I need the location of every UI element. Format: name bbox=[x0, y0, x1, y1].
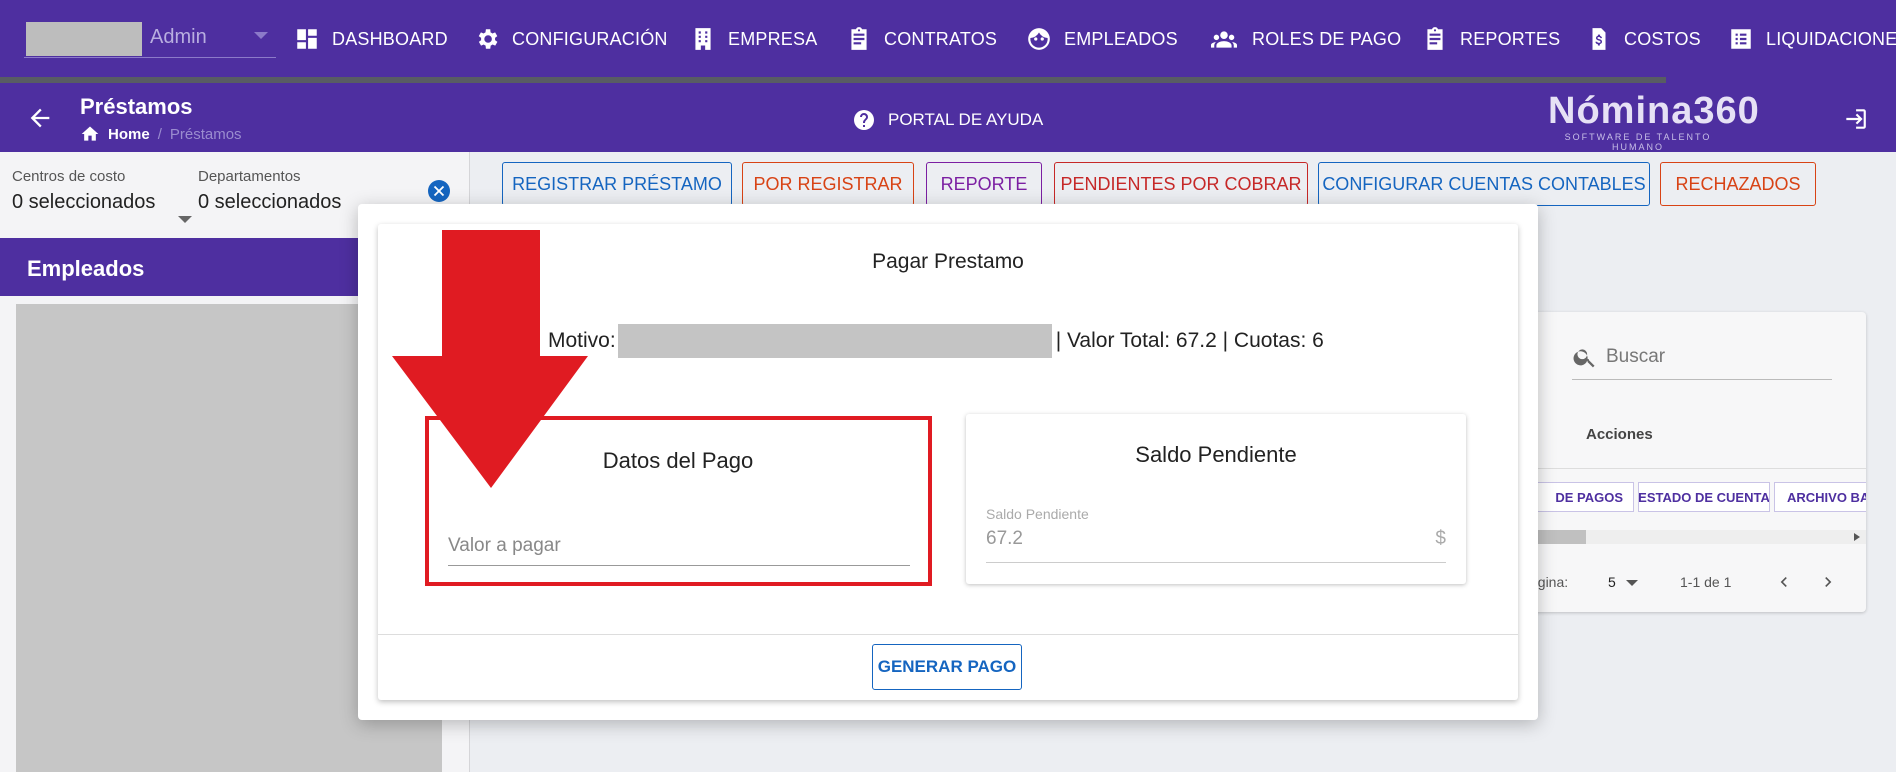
pending-collection-button[interactable]: PENDIENTES POR COBRAR bbox=[1054, 162, 1308, 206]
redacted-motivo bbox=[617, 324, 1052, 358]
chevron-down-icon bbox=[254, 32, 268, 39]
user-name: Admin bbox=[150, 26, 207, 48]
nav-empresa[interactable]: EMPRESA bbox=[690, 24, 817, 54]
page-header: Préstamos Home / Préstamos PORTAL DE AYU… bbox=[0, 84, 1896, 152]
help-icon bbox=[854, 110, 874, 130]
loading-bar bbox=[0, 76, 1896, 84]
nav-label: ROLES DE PAGO bbox=[1252, 28, 1402, 49]
department-label: Departamentos bbox=[198, 168, 301, 185]
nav-label: EMPRESA bbox=[728, 28, 818, 49]
breadcrumb-separator: / bbox=[157, 125, 162, 143]
face-icon bbox=[1028, 28, 1050, 50]
page-title: Préstamos bbox=[80, 94, 193, 119]
prev-page-icon[interactable] bbox=[1774, 572, 1794, 592]
table-divider bbox=[1530, 468, 1866, 469]
nav-label: CONTRATOS bbox=[884, 28, 998, 49]
register-loan-button[interactable]: REGISTRAR PRÉSTAMO bbox=[502, 162, 732, 206]
top-navbar: Admin DASHBOARD CONFIGURACIÓN EMPRESA CO… bbox=[0, 0, 1896, 84]
search-input[interactable]: Buscar bbox=[1572, 334, 1832, 380]
brand-name: Nómina360 bbox=[1548, 90, 1760, 132]
help-portal-link[interactable]: PORTAL DE AYUDA bbox=[852, 108, 1043, 132]
nav-reportes[interactable]: REPORTES bbox=[1422, 24, 1560, 54]
nav-dashboard[interactable]: DASHBOARD bbox=[294, 24, 448, 54]
report-button[interactable]: REPORTE bbox=[926, 162, 1042, 206]
chevron-down-icon[interactable] bbox=[1626, 580, 1638, 586]
pending-balance-card: Saldo Pendiente Saldo Pendiente 67.2 $ bbox=[966, 414, 1466, 584]
loan-summary-values: | Valor Total: 67.2 | Cuotas: 6 bbox=[1055, 329, 1324, 352]
payments-button[interactable]: DE PAGOS bbox=[1530, 482, 1634, 512]
search-placeholder: Buscar bbox=[1606, 345, 1666, 367]
balance-card-title: Saldo Pendiente bbox=[1135, 442, 1297, 467]
balance-field-underline bbox=[986, 562, 1446, 563]
loan-summary: Motivo: | Valor Total: 67.2 | Cuotas: 6 bbox=[548, 324, 1324, 358]
breadcrumb-home[interactable]: Home bbox=[108, 126, 150, 143]
nav-contratos[interactable]: CONTRATOS bbox=[846, 24, 997, 54]
rows-per-page-value[interactable]: 5 bbox=[1608, 574, 1616, 590]
cost-center-filter[interactable]: Centros de costo 0 seleccionados bbox=[12, 168, 192, 223]
configure-accounts-button[interactable]: CONFIGURAR CUENTAS CONTABLES bbox=[1318, 162, 1650, 206]
nav-label: COSTOS bbox=[1624, 28, 1701, 49]
user-selector[interactable]: Admin bbox=[24, 20, 276, 58]
balance-field-value: 67.2 bbox=[986, 528, 1023, 549]
account-status-button[interactable]: ESTADO DE CUENTA bbox=[1638, 482, 1770, 512]
breadcrumb-current: Préstamos bbox=[169, 125, 242, 143]
nav-label: REPORTES bbox=[1460, 28, 1561, 49]
clear-filters-icon[interactable] bbox=[428, 180, 450, 202]
brand-tagline: SOFTWARE DE TALENTO HUMANO bbox=[1564, 132, 1712, 152]
avatar bbox=[26, 22, 142, 56]
logout-icon[interactable] bbox=[1842, 106, 1868, 132]
people-icon bbox=[1211, 31, 1237, 48]
list-icon bbox=[1731, 29, 1751, 49]
chevron-down-icon bbox=[178, 216, 192, 223]
gear-icon bbox=[478, 29, 498, 49]
scroll-right-icon[interactable] bbox=[1854, 533, 1860, 541]
nav-configuracion[interactable]: CONFIGURACIÓN bbox=[474, 24, 668, 54]
nav-roles-de-pago[interactable]: ROLES DE PAGO bbox=[1208, 24, 1401, 54]
rejected-button[interactable]: RECHAZADOS bbox=[1660, 162, 1816, 206]
help-label: PORTAL DE AYUDA bbox=[888, 110, 1044, 129]
dashboard-icon bbox=[297, 29, 317, 49]
cost-center-label: Centros de costo bbox=[12, 168, 126, 185]
nav-label: CONFIGURACIÓN bbox=[512, 28, 668, 49]
annotation-arrow-icon bbox=[392, 230, 588, 488]
nav-costos[interactable]: COSTOS bbox=[1586, 24, 1701, 54]
dialog-divider bbox=[378, 634, 1518, 635]
generate-payment-button[interactable]: GENERAR PAGO bbox=[872, 644, 1022, 690]
nav-label: EMPLEADOS bbox=[1064, 28, 1178, 49]
column-header-acciones: Acciones bbox=[1586, 426, 1653, 443]
invoice-icon bbox=[1592, 28, 1606, 50]
back-arrow-icon[interactable] bbox=[26, 104, 54, 132]
clipboard-icon bbox=[1427, 27, 1443, 50]
next-page-icon[interactable] bbox=[1818, 572, 1838, 592]
bank-file-button[interactable]: ARCHIVO BA bbox=[1774, 482, 1866, 512]
horizontal-scrollbar[interactable] bbox=[1530, 530, 1866, 544]
page-range: 1-1 de 1 bbox=[1680, 574, 1732, 590]
loans-table-card: Buscar Acciones DE PAGOS ESTADO DE CUENT… bbox=[1530, 312, 1866, 612]
cost-center-value: 0 seleccionados bbox=[12, 191, 156, 213]
currency-suffix: $ bbox=[1435, 528, 1446, 549]
brand-logo: Nómina360 SOFTWARE DE TALENTO HUMANO bbox=[1548, 90, 1760, 152]
balance-field-label: Saldo Pendiente bbox=[986, 506, 1089, 522]
building-icon bbox=[695, 28, 711, 50]
nav-label: DASHBOARD bbox=[332, 28, 448, 49]
clipboard-icon bbox=[851, 27, 867, 50]
pending-register-button[interactable]: POR REGISTRAR bbox=[742, 162, 914, 206]
breadcrumb: Home / Préstamos bbox=[80, 124, 242, 144]
nav-empleados[interactable]: EMPLEADOS bbox=[1026, 24, 1178, 54]
home-icon[interactable] bbox=[80, 124, 100, 144]
nav-label: LIQUIDACIONE bbox=[1766, 28, 1896, 49]
nav-liquidaciones[interactable]: LIQUIDACIONE bbox=[1728, 24, 1896, 54]
search-icon bbox=[1573, 348, 1595, 367]
